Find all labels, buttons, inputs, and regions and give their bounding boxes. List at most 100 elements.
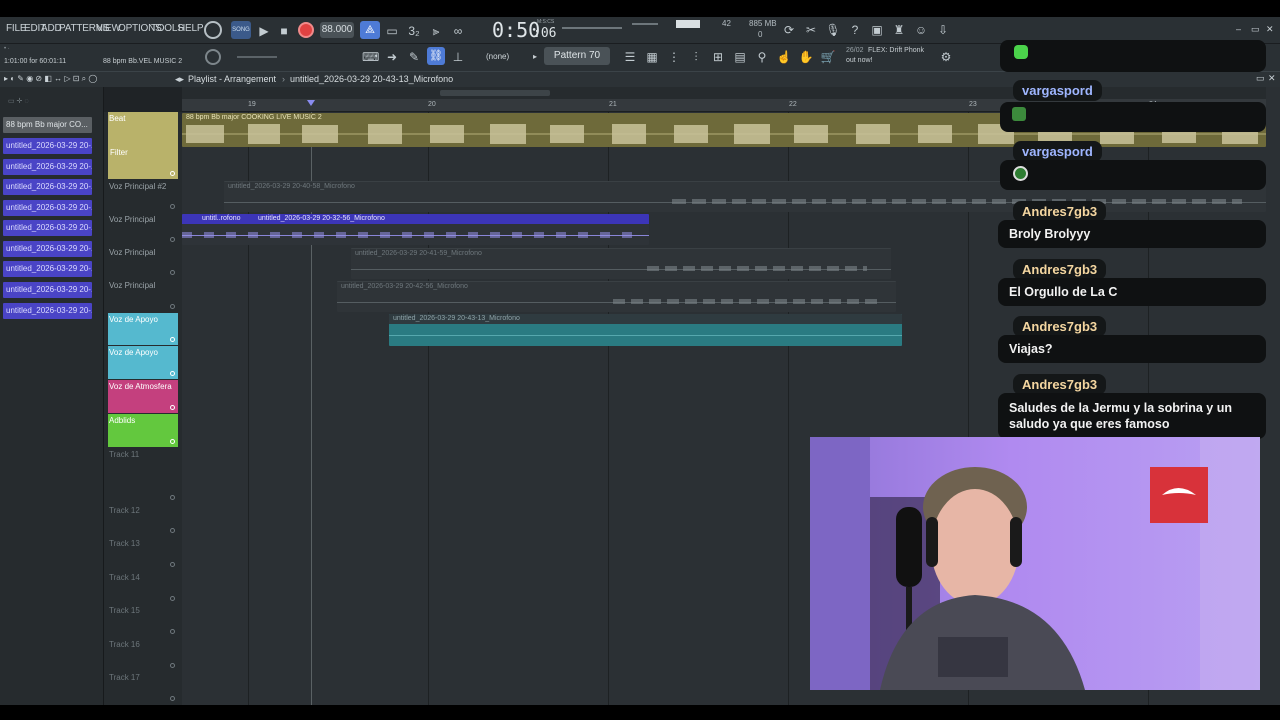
plugin-db-icon[interactable]: ▤ xyxy=(732,49,748,65)
countdown-icon[interactable]: 3₂ xyxy=(406,23,422,39)
playlist-icon[interactable]: ☰ xyxy=(622,49,638,65)
track-mute-icon[interactable] xyxy=(170,204,175,209)
track-mute-icon[interactable] xyxy=(170,663,175,668)
mixer-icon[interactable]: ⫶ xyxy=(688,49,704,65)
track-header[interactable]: Voz de Apoyo xyxy=(108,313,178,345)
browser-icon[interactable]: ⊞ xyxy=(710,49,726,65)
piano-roll-icon[interactable]: ▦ xyxy=(644,49,660,65)
loop-record-icon[interactable]: ∞ xyxy=(450,23,466,39)
pattern-prev-icon[interactable]: ▸ xyxy=(533,52,537,61)
stop-icon[interactable]: ■ xyxy=(276,23,292,39)
audio-clip-apoyo[interactable]: untitled_2026-03-29 20-43-13_Microfono xyxy=(389,314,902,346)
picker-item[interactable]: untitled_2026-03-29 20-... xyxy=(3,261,92,277)
pattern-song-toggle[interactable]: SONG xyxy=(231,21,251,39)
track-header[interactable]: Voz Principal xyxy=(108,213,178,245)
track-mute-icon[interactable] xyxy=(170,696,175,701)
track-mute-icon[interactable] xyxy=(170,495,175,500)
play-icon[interactable]: ▶ xyxy=(256,23,272,39)
track-mute-icon[interactable] xyxy=(170,337,175,342)
news-title[interactable]: FLEX: Drift Phonk xyxy=(868,47,924,54)
keyboard-icon[interactable]: ⌨ xyxy=(362,49,379,65)
track-mute-icon[interactable] xyxy=(170,629,175,634)
stamp-icon[interactable]: ⊥ xyxy=(450,49,466,65)
track-mute-icon[interactable] xyxy=(170,171,175,176)
arrow-right-icon[interactable]: ➜ xyxy=(384,49,400,65)
picker-item[interactable]: untitled_2026-03-29 20-... xyxy=(3,220,92,236)
track-mute-icon[interactable] xyxy=(170,371,175,376)
track-header[interactable]: Track 17 xyxy=(108,671,178,704)
picker-item[interactable]: untitled_2026-03-29 20-... xyxy=(3,138,92,154)
picker-item[interactable]: untitled_2026-03-29 20-... xyxy=(3,303,92,319)
playlist-arrow-icon[interactable]: ◂▸ xyxy=(175,74,184,85)
track-header[interactable]: Voz Principal xyxy=(108,279,178,312)
track-header[interactable]: Track 14 xyxy=(108,571,178,604)
tempo-display[interactable]: 88.000 xyxy=(320,22,354,38)
track-mute-icon[interactable] xyxy=(170,596,175,601)
track-header[interactable]: Track 13 xyxy=(108,537,178,570)
playlist-close-icon[interactable]: ✕ xyxy=(1268,73,1276,84)
picker-header-icons[interactable]: ▭ ✛ ◌ xyxy=(8,97,98,105)
window-maximize-icon[interactable]: ▭ xyxy=(1251,24,1260,35)
undo-history-icon[interactable]: ⟳ xyxy=(781,22,797,38)
hand-icon[interactable]: ✋ xyxy=(798,49,814,65)
track-header[interactable]: Track 11 xyxy=(108,448,178,503)
picker-item[interactable]: untitled_2026-03-29 20-... xyxy=(3,241,92,257)
playlist-restore-icon[interactable]: ▭ xyxy=(1256,73,1265,84)
scrollbar-thumb[interactable] xyxy=(440,90,550,96)
microphone-icon[interactable]: 🎙 xyxy=(825,22,841,38)
menu-help[interactable]: HELP xyxy=(178,23,204,34)
playlist-tool-icons[interactable]: ▸ ◐ ✎ ◉ ⊘ ◧ ↔ ▷ ⊡ ⌕ ◯ xyxy=(4,74,97,84)
settings-icon[interactable]: ⚙ xyxy=(938,49,954,65)
audio-clip-vp3[interactable]: untitled_2026-03-29 20-41-59_Microfono xyxy=(351,248,891,279)
cart-icon[interactable]: 🛒 xyxy=(820,49,836,65)
track-header-beat[interactable]: Beat Filter xyxy=(108,112,178,179)
track-mute-icon[interactable] xyxy=(170,528,175,533)
track-header[interactable]: Voz de Atmosfera xyxy=(108,380,178,413)
blend-notes-icon[interactable]: ⫸ xyxy=(428,23,444,39)
track-mute-icon[interactable] xyxy=(170,439,175,444)
save-icon[interactable]: ▣ xyxy=(869,22,885,38)
chat-icon[interactable]: ☺ xyxy=(913,22,929,38)
audio-clip-vp-main[interactable]: untitl..rofono untitled_2026-03-29 20-32… xyxy=(182,214,649,245)
cpu-meter-icon[interactable] xyxy=(204,21,222,39)
track-header[interactable]: Voz Principal xyxy=(108,246,178,278)
snap-selector[interactable]: (none) xyxy=(486,52,509,61)
pattern-selector[interactable]: Pattern 70 xyxy=(544,47,610,65)
record-button[interactable] xyxy=(298,22,314,38)
step-slider[interactable] xyxy=(237,56,277,58)
link-icon[interactable]: ⛓ xyxy=(427,47,445,65)
download-icon[interactable]: ⇩ xyxy=(935,22,951,38)
playhead-marker[interactable] xyxy=(307,100,315,106)
picker-item[interactable]: untitled_2026-03-29 20-... xyxy=(3,282,92,298)
window-close-icon[interactable]: ✕ xyxy=(1266,24,1274,35)
track-header[interactable]: Track 15 xyxy=(108,604,178,637)
touch-icon[interactable]: ☝ xyxy=(776,49,792,65)
master-volume-slider[interactable] xyxy=(562,27,622,29)
track-header[interactable]: Voz de Apoyo xyxy=(108,346,178,379)
wait-input-icon[interactable]: ▭ xyxy=(384,23,400,39)
knob-icon[interactable] xyxy=(205,49,221,65)
picker-item[interactable]: 88 bpm Bb major CO... xyxy=(3,117,92,133)
track-mute-icon[interactable] xyxy=(170,270,175,275)
master-pitch-slider[interactable] xyxy=(632,23,658,25)
track-header[interactable]: Voz Principal #2 xyxy=(108,180,178,212)
picker-item[interactable]: untitled_2026-03-29 20-... xyxy=(3,159,92,175)
window-minimize-icon[interactable]: – xyxy=(1236,24,1241,34)
track-mute-icon[interactable] xyxy=(170,237,175,242)
plug-icon[interactable]: ⚲ xyxy=(754,49,770,65)
track-header[interactable]: Track 12 xyxy=(108,504,178,536)
track-mute-icon[interactable] xyxy=(170,304,175,309)
track-header[interactable]: Adblids xyxy=(108,414,178,447)
horizontal-scrollbar[interactable] xyxy=(182,87,1266,99)
track-header[interactable]: Track 16 xyxy=(108,638,178,671)
metronome-icon[interactable]: ⟁ xyxy=(360,21,380,39)
cut-icon[interactable]: ✂ xyxy=(803,22,819,38)
picker-item[interactable]: untitled_2026-03-29 20-... xyxy=(3,200,92,216)
plugin-icon[interactable]: ♜ xyxy=(891,22,907,38)
channel-rack-icon[interactable]: ⋮ xyxy=(666,49,682,65)
brush-icon[interactable]: ✎ xyxy=(406,49,422,65)
track-mute-icon[interactable] xyxy=(170,405,175,410)
track-mute-icon[interactable] xyxy=(170,562,175,567)
picker-item[interactable]: untitled_2026-03-29 20-... xyxy=(3,179,92,195)
help-icon[interactable]: ? xyxy=(847,22,863,38)
